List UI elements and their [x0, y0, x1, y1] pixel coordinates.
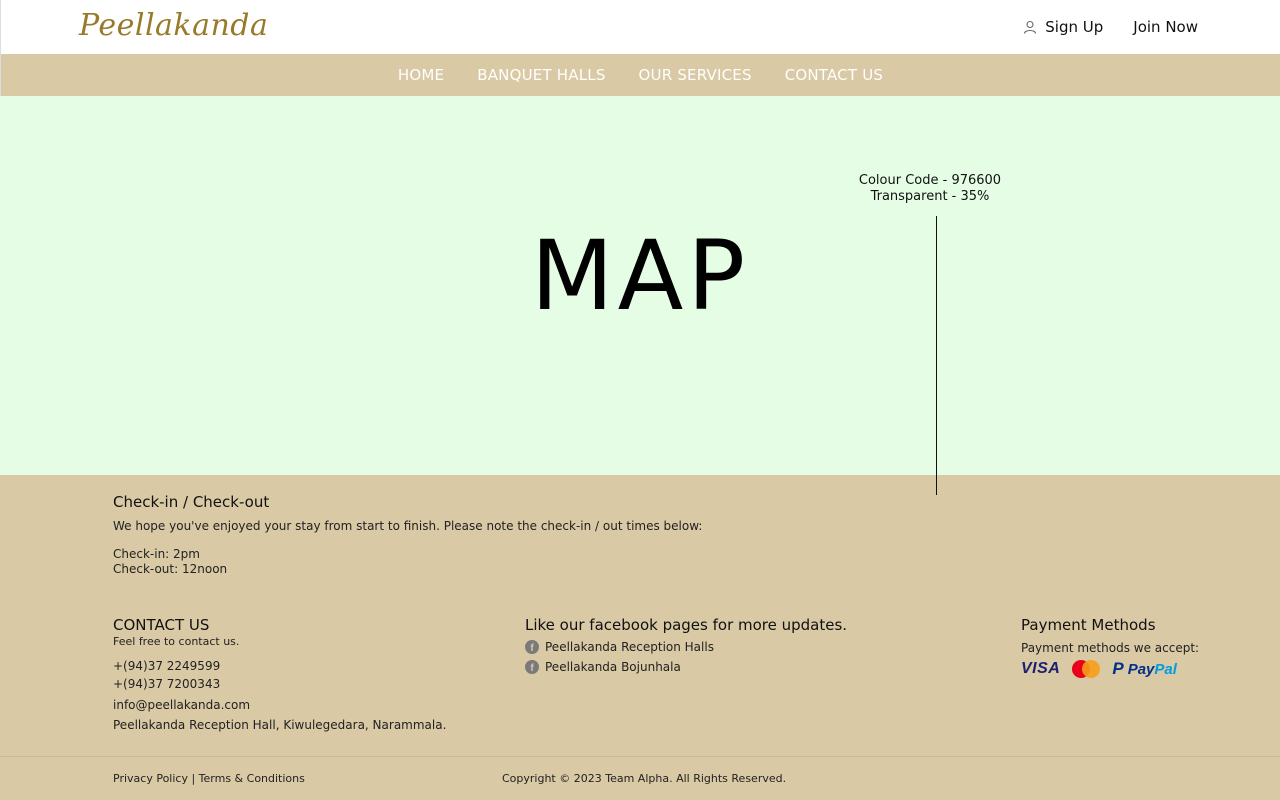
sign-up-link[interactable]: Sign Up [1023, 18, 1103, 36]
map-placeholder-title: MAP [530, 220, 750, 332]
paypal-pal-text: Pal [1154, 660, 1177, 678]
privacy-policy-link[interactable]: Privacy Policy [113, 772, 188, 785]
phone-link[interactable]: +(94)37 2249599 [113, 657, 446, 675]
map-section[interactable]: Colour Code - 976600 Transparent - 35% M… [0, 96, 1280, 475]
paypal-icon: P [1112, 659, 1124, 678]
design-note: Colour Code - 976600 Transparent - 35% [840, 173, 1020, 205]
design-note-line2: Transparent - 35% [870, 189, 990, 204]
footer-facebook: Like our facebook pages for more updates… [525, 616, 847, 674]
legal-links: Privacy Policy | Terms & Conditions [113, 772, 305, 785]
join-now-link[interactable]: Join Now [1133, 18, 1198, 36]
address: Peellakanda Reception Hall, Kiwulegedara… [113, 718, 447, 732]
terms-link[interactable]: Terms & Conditions [199, 772, 305, 785]
facebook-page-label: Peellakanda Bojunhala [545, 660, 681, 674]
phone-link[interactable]: +(94)37 7200343 [113, 675, 446, 693]
facebook-page-link[interactable]: f Peellakanda Reception Halls [525, 640, 847, 654]
checkin-description: We hope you've enjoyed your stay from st… [113, 519, 703, 533]
site-logo[interactable]: Peellakanda [79, 8, 268, 43]
paypal-pay-text: Pay [1127, 660, 1155, 678]
bottom-bar: Privacy Policy | Terms & Conditions Copy… [0, 756, 1280, 800]
sign-up-label: Sign Up [1045, 18, 1104, 36]
footer-payment-subtitle: Payment methods we accept: [1021, 641, 1200, 655]
footer-payment-title: Payment Methods [1021, 616, 1156, 634]
footer-contact: CONTACT US Feel free to contact us. +(94… [113, 616, 446, 732]
copyright: Copyright © 2023 Team Alpha. All Rights … [502, 772, 787, 785]
checkin-time: Check-in: 2pm [113, 547, 200, 561]
facebook-page-label: Peellakanda Reception Halls [545, 640, 714, 654]
nav-item-banquet-halls[interactable]: BANQUET HALLS [477, 66, 605, 84]
nav-item-contact-us[interactable]: CONTACT US [785, 66, 883, 84]
footer-facebook-title: Like our facebook pages for more updates… [525, 616, 848, 634]
checkin-times: Check-in: 2pm Check-out: 12noon [113, 547, 227, 577]
facebook-page-link[interactable]: f Peellakanda Bojunhala [525, 660, 847, 674]
site-footer: CONTACT US Feel free to contact us. +(94… [0, 585, 1280, 756]
checkin-title: Check-in / Check-out [113, 493, 270, 511]
mastercard-logo [1072, 660, 1101, 678]
footer-contact-subtitle: Feel free to contact us. [113, 635, 240, 648]
checkin-section: Check-in / Check-out We hope you've enjo… [0, 475, 1280, 585]
design-note-line1: Colour Code - 976600 [858, 173, 1002, 188]
visa-logo: VISA [1021, 660, 1061, 677]
checkout-time: Check-out: 12noon [113, 562, 228, 576]
email-link[interactable]: info@peellakanda.com [113, 698, 446, 712]
legal-separator: | [187, 772, 199, 785]
site-header: Peellakanda Sign Up Join Now [0, 0, 1280, 54]
main-nav: HOME BANQUET HALLS OUR SERVICES CONTACT … [0, 54, 1280, 96]
user-icon [1024, 20, 1037, 34]
nav-item-our-services[interactable]: OUR SERVICES [639, 66, 752, 84]
facebook-icon: f [525, 660, 539, 674]
nav-item-home[interactable]: HOME [398, 66, 444, 84]
auth-links: Sign Up Join Now [1023, 18, 1198, 36]
phone-list: +(94)37 2249599 +(94)37 7200343 [113, 657, 446, 693]
design-note-pointer-line [936, 216, 937, 495]
facebook-icon: f [525, 640, 539, 654]
footer-contact-title: CONTACT US [113, 616, 210, 634]
paypal-logo: P PayPal [1112, 659, 1177, 679]
payment-logos: VISA P PayPal [1021, 659, 1199, 679]
footer-payment: Payment Methods Payment methods we accep… [1021, 616, 1199, 679]
